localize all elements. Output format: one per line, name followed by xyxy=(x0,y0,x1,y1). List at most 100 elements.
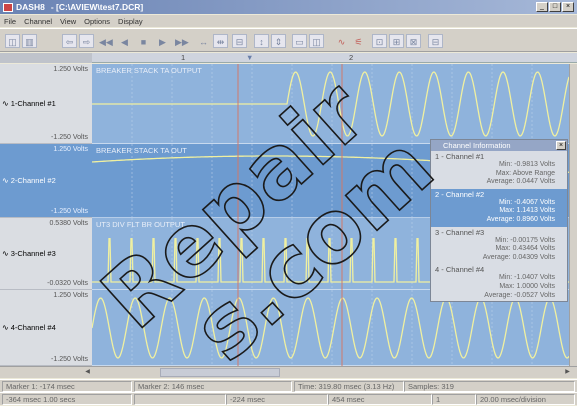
scroll-left-arrow-icon[interactable]: ◀ xyxy=(82,368,93,377)
channel-info-list: 1 - Channel #1 Min: -0.9813 Volts Max: Abo… xyxy=(431,151,567,302)
toolbar: ◫ ▥ ⇦ ⇨ ◀◀ ◀ ■ ▶ ▶▶ ↔ ⇹ ⊟ ↕ ⇕ ▭ ◫ ∿ ⚟ ⊡ ⊞ ⊠ ⊟ xyxy=(0,28,577,52)
menu-display[interactable]: Display xyxy=(118,17,143,26)
channel-2-label: 2-Channel #2 xyxy=(10,176,56,185)
vertical-scrollbar[interactable] xyxy=(569,64,577,366)
channel-2-scale-top: 1.250 Volts xyxy=(53,146,88,153)
fast-forward-icon[interactable]: ▶▶ xyxy=(174,34,189,48)
zoom-amp-out-icon[interactable]: ↕ xyxy=(254,34,269,48)
zoom-time-out-icon[interactable]: ↔ xyxy=(196,34,211,48)
left-time-readout xyxy=(134,394,226,405)
waveform-icon[interactable]: ∿ xyxy=(334,34,349,48)
horizontal-scrollbar[interactable]: ◀ ▶ xyxy=(0,366,577,378)
samples-readout: Samples: 319 xyxy=(404,381,575,392)
channel-4-scale-bottom: -1.250 Volts xyxy=(51,356,88,363)
print-icon[interactable]: ⊞ xyxy=(389,34,404,48)
window-split-icon[interactable]: ◫ xyxy=(309,34,324,48)
channel-3-label-panel[interactable]: 0.5380 Volts ∿ 3-Channel #3 -0.0320 Volts xyxy=(0,218,92,290)
channel-4-label-panel[interactable]: 1.250 Volts ∿ 4-Channel #4 -1.250 Volts xyxy=(0,290,92,366)
maximize-button[interactable]: □ xyxy=(549,2,561,12)
stop-icon[interactable]: ■ xyxy=(136,34,151,48)
marker-1-label: 1 xyxy=(181,53,186,62)
scroll-left-icon[interactable]: ⇦ xyxy=(62,34,77,48)
close-button[interactable]: × xyxy=(562,2,574,12)
export-icon[interactable]: ⊡ xyxy=(372,34,387,48)
time-ruler[interactable]: 1 ▼ 2 xyxy=(0,53,577,63)
channel-4-name: ∿ 4-Channel #4 xyxy=(2,323,56,332)
channel-info-stat: Min: -1.0407 Volts xyxy=(498,274,555,282)
fit-icon[interactable]: ⊟ xyxy=(232,34,247,48)
channel-3-trace-title: UT3 DIV FLT BR OUTPUT xyxy=(96,220,185,229)
channel-3-scale-top: 0.5380 Volts xyxy=(49,220,88,227)
channel-info-stat: Max: 0.43464 Volts xyxy=(495,245,555,253)
copy-icon[interactable]: ⊠ xyxy=(406,34,421,48)
marker-handle-icon[interactable]: ▼ xyxy=(246,53,253,62)
status-bar-range: -364 msec 1.00 secs -224 msec 454 msec 1… xyxy=(0,392,577,405)
play-icon[interactable]: ▶ xyxy=(155,34,170,48)
channel-3-scale-bottom: -0.0320 Volts xyxy=(47,280,88,287)
right-edge-readout: 454 msec xyxy=(328,394,432,405)
time-range-readout: -364 msec 1.00 secs xyxy=(2,394,132,405)
menu-view[interactable]: View xyxy=(60,17,76,26)
marker-icon[interactable]: ◫ xyxy=(5,34,20,48)
division-readout: 20.00 msec/division xyxy=(476,394,575,405)
channel-1-label-panel[interactable]: 1.250 Volts ∿ 1-Channel #1 -1.250 Volts xyxy=(0,64,92,144)
scroll-right-icon[interactable]: ⇨ xyxy=(79,34,94,48)
menu-bar: File Channel View Options Display xyxy=(0,15,577,27)
menu-file[interactable]: File xyxy=(4,17,16,26)
step-back-icon[interactable]: ◀ xyxy=(117,34,132,48)
channel-3-name: ∿ 3-Channel #3 xyxy=(2,249,56,258)
menu-channel[interactable]: Channel xyxy=(24,17,52,26)
channel-info-name: 2 - Channel #2 xyxy=(435,189,485,199)
channel-info-stat: Average: 0.04309 Volts xyxy=(482,253,555,261)
zoom-amp-in-icon[interactable]: ⇕ xyxy=(271,34,286,48)
channel-1-name: ∿ 1-Channel #1 xyxy=(2,99,56,108)
channel-info-item[interactable]: 4 - Channel #4 Min: -1.0407 Volts Max: 1.0… xyxy=(431,264,567,302)
info-icon[interactable]: ⊟ xyxy=(428,34,443,48)
scroll-right-arrow-icon[interactable]: ▶ xyxy=(562,368,573,377)
menu-options[interactable]: Options xyxy=(84,17,110,26)
zoom-time-in-icon[interactable]: ⇹ xyxy=(213,34,228,48)
waveform-icon: ∿ xyxy=(2,99,9,108)
channel-info-stat: Max: 1.0000 Volts xyxy=(499,282,555,290)
marker-1-readout: Marker 1: -174 msec xyxy=(2,381,132,392)
window-single-icon[interactable]: ▭ xyxy=(292,34,307,48)
channel-3-label: 3-Channel #3 xyxy=(10,249,56,258)
channel-info-stat: Max: 1.1413 Volts xyxy=(499,207,555,215)
channel-info-stat: Average: 0.8960 Volts xyxy=(486,215,555,223)
channel-2-label-panel[interactable]: 1.250 Volts ∿ 2-Channel #2 -1.250 Volts xyxy=(0,144,92,218)
channel-info-name: 3 - Channel #3 xyxy=(435,227,485,237)
channel-info-item[interactable]: 2 - Channel #2 Min: -0.4067 Volts Max: 1.1… xyxy=(431,188,567,227)
left-edge-readout: -224 msec xyxy=(226,394,328,405)
rewind-icon[interactable]: ◀◀ xyxy=(98,34,113,48)
channel-info-stat: Average: -0.0527 Volts xyxy=(484,291,555,299)
channel-info-stat: Max: Above Range xyxy=(495,169,555,177)
channel-1-trace-title: BREAKER STACK TA OUTPUT xyxy=(96,66,202,75)
channel-2-name: ∿ 2-Channel #2 xyxy=(2,176,56,185)
page-readout: 1 xyxy=(432,394,476,405)
channel-info-title: Channel Information xyxy=(443,141,511,150)
channel-2-trace-title: BREAKER STACK TA OUT xyxy=(96,146,187,155)
channel-info-item[interactable]: 1 - Channel #1 Min: -0.9813 Volts Max: Abo… xyxy=(431,151,567,189)
marker-2-readout: Marker 2: 146 msec xyxy=(134,381,292,392)
channel-info-name: 4 - Channel #4 xyxy=(435,265,485,275)
channel-4-scale-top: 1.250 Volts xyxy=(53,292,88,299)
document-path: - [C:\AVIEW\test7.DCR] xyxy=(50,2,144,12)
channel-info-titlebar[interactable]: Channel Information × xyxy=(431,140,567,151)
app-name: DASH8 xyxy=(16,2,45,12)
channel-info-name: 1 - Channel #1 xyxy=(435,152,485,161)
waveform-icon: ∿ xyxy=(2,249,9,258)
channel-info-close-button[interactable]: × xyxy=(556,141,566,150)
app-icon xyxy=(3,2,13,12)
channel-info-window[interactable]: Channel Information × 1 - Channel #1 Min:… xyxy=(430,139,568,302)
channel-info-stat: Min: -0.4067 Volts xyxy=(498,198,555,206)
title-bar: DASH8 - [C:\AVIEW\test7.DCR] _ □ × xyxy=(0,0,577,14)
minimize-button[interactable]: _ xyxy=(536,2,548,12)
channel-1-scale-top: 1.250 Volts xyxy=(53,66,88,73)
channel-1-scale-bottom: -1.250 Volts xyxy=(51,134,88,141)
filter-icon[interactable]: ⚟ xyxy=(351,34,366,48)
channel-info-item[interactable]: 3 - Channel #3 Min: -0.00175 Volts Max: 0.… xyxy=(431,227,567,265)
scroll-thumb[interactable] xyxy=(160,368,280,377)
grid-icon[interactable]: ▥ xyxy=(22,34,37,48)
channel-1-label: 1-Channel #1 xyxy=(10,99,56,108)
waveform-icon: ∿ xyxy=(2,176,9,185)
